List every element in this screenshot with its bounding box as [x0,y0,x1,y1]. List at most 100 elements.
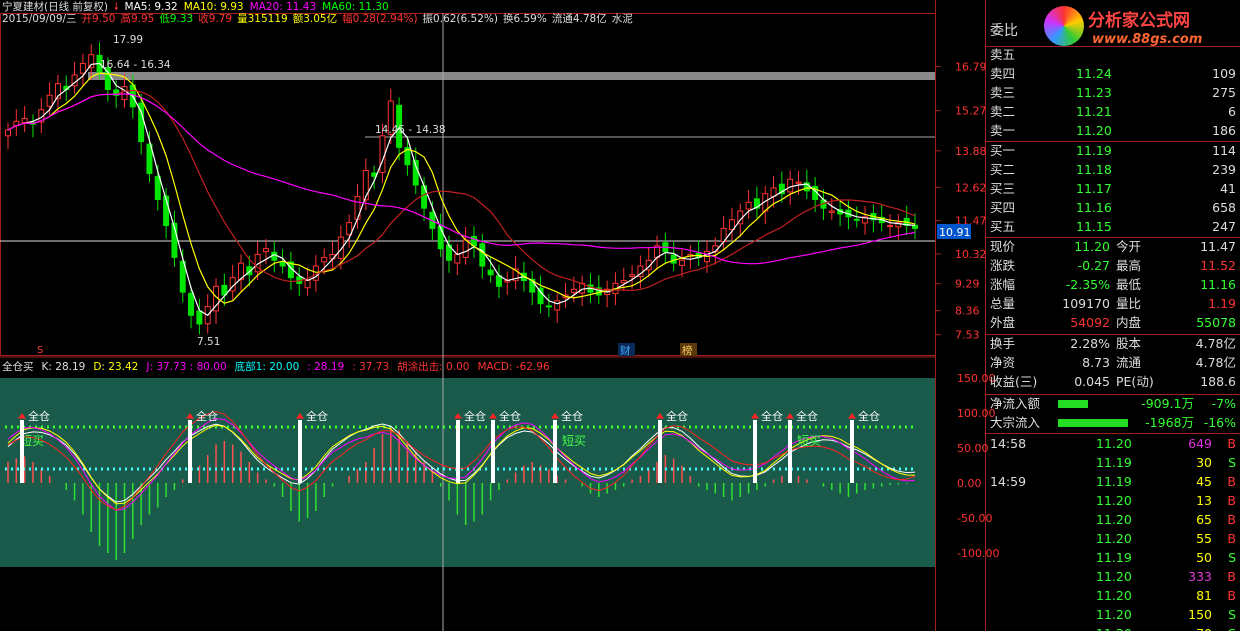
ask-vol: 6 [1228,104,1236,119]
quote2-value-2: 4.78亿 [1195,355,1236,370]
full-label: 全仓 [666,409,688,423]
bang-marker: 榜 [682,344,693,357]
asks-row: 卖五 [986,46,1240,64]
candle-body [454,253,461,264]
tick-price: 11.20 [1096,493,1132,508]
tick-time: 14:58 [990,436,1027,451]
tick-time: 14:59 [990,474,1027,489]
candle-body [88,54,95,69]
ask-label: 卖三 [990,85,1016,100]
escape-value: 胡涂出击: 0.00 [397,361,470,373]
bid-label: 买五 [990,219,1016,234]
tick-price: 11.19 [1096,455,1132,470]
tick-price: 11.20 [1096,531,1132,546]
flow-value: -909.1万 [1141,396,1194,411]
bottom-value: 底部1: 20.00 [234,361,300,373]
full-label: 全仓 [306,409,328,423]
price-tick-label: 8.36 [955,305,980,318]
quote-value-2: 11.52 [1200,258,1236,273]
quote2-value-2: 188.6 [1200,374,1236,389]
indicator-name[interactable]: 全仓买 [2,360,34,374]
candle-body [262,248,269,253]
flow-label: 净流入额 [990,396,1041,411]
ask-label: 卖五 [990,47,1016,62]
tick-side: B [1227,569,1236,584]
tick-vol: 65 [1196,512,1212,527]
quote2-value: 2.28% [1070,336,1110,351]
flow-row: 净流入额 -909.1万 -7% [986,395,1240,413]
price-tick-label: 10.32 [955,248,987,261]
full-label: 全仓 [196,409,218,423]
high-value-label: 高9.95 [120,13,155,25]
quote-label-2: 最低 [1116,277,1142,292]
cai-marker: 财 [620,344,631,357]
ticks-row: 11.19 50 S [986,549,1240,567]
candle-body [679,259,686,266]
bids-row: 买三 11.17 41 [986,180,1240,198]
bid-vol: 658 [1212,200,1236,215]
quote2-value-2: 4.78亿 [1195,336,1236,351]
candle-body [379,135,386,173]
ask-vol: 186 [1212,123,1236,138]
sector-label: 水泥 [611,13,633,25]
quote2-row: 净资 8.73 流通 4.78亿 [986,354,1240,372]
candle-body [437,226,444,250]
quote2-label: 换手 [990,336,1016,351]
price-tick-label: 9.29 [955,278,980,291]
bids-row: 买五 11.15 247 [986,218,1240,236]
quote-label-2: 量比 [1116,296,1142,311]
float-label: 流通4.78亿 [551,13,607,25]
bid-vol: 247 [1212,219,1236,234]
turnover-label: 换6.59% [502,13,547,25]
flow-pct: -16% [1203,415,1236,430]
full-label: 全仓 [464,409,486,423]
asks-row: 卖三 11.23 275 [986,84,1240,102]
quote-row: 现价 11.20 今开 11.47 [986,238,1240,256]
v1-value: : 28.19 [307,361,345,373]
quote2-row: 收益(三) 0.045 PE(动) 188.6 [986,373,1240,391]
candle-body [46,94,53,107]
tick-price: 11.20 [1096,512,1132,527]
candle-body [787,178,794,193]
band2-label: 14.45 - 14.38 [375,124,446,136]
ask-price: 11.24 [1076,66,1112,81]
ask-label: 卖一 [990,123,1016,138]
amplitude-label: 振0.62(6.52%) [422,13,498,25]
quote2-value: 0.045 [1074,374,1110,389]
k-value: K: 28.19 [41,361,86,373]
full-label: 全仓 [858,409,880,423]
price-band-1 [88,72,935,80]
full-label: 全仓 [499,409,521,423]
quote2-label-2: 流通 [1116,355,1142,370]
candle-body [21,117,28,123]
quote-row: 涨跌 -0.27 最高 11.52 [986,257,1240,275]
candle-body [479,243,486,267]
quote-value: 54092 [1070,315,1110,330]
bid-price: 11.18 [1076,162,1112,177]
bid-price: 11.16 [1076,200,1112,215]
ask-label: 卖四 [990,66,1016,81]
quote-label: 涨跌 [990,258,1016,273]
tick-vol: 50 [1196,550,1212,565]
candle-body [795,181,802,184]
quote-value: 11.20 [1074,239,1110,254]
close-label: 收9.79 [198,13,233,25]
asks-row: 卖二 11.21 6 [986,103,1240,121]
candle-body [570,288,577,293]
bid-price: 11.17 [1076,181,1112,196]
short-buy-3: 短买 [797,434,821,448]
ask-label: 卖二 [990,104,1016,119]
tick-side: S [1228,455,1236,470]
candle-body [745,201,752,210]
candle-body [545,305,552,308]
quote-value-2: 55078 [1196,315,1236,330]
price-tick-label: 12.62 [955,181,987,194]
band1-label: 16.64 - 16.34 [100,59,171,71]
chart-subheader: 2015/09/09/三 开9.50 高9.95 低9.33 收9.79 量31… [2,12,633,26]
bid-vol: 239 [1212,162,1236,177]
d-value: D: 23.42 [93,361,139,373]
quote-value-2: 11.47 [1200,239,1236,254]
ask-price: 11.21 [1076,104,1112,119]
quote-label: 总量 [990,296,1016,311]
low-value-label: 低9.33 [159,13,194,25]
